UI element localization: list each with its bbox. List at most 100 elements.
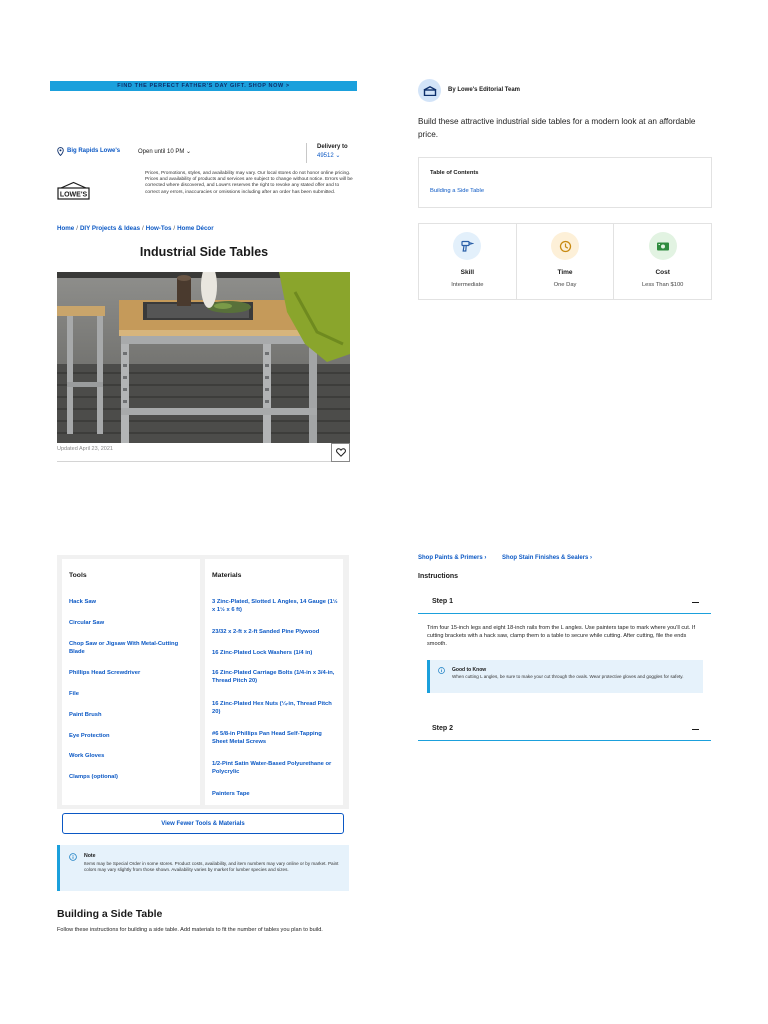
stat-skill-icon-bg [453, 232, 482, 260]
material-item[interactable]: 16 Zinc-Plated Lock Washers (1/4 in) [212, 649, 338, 657]
promo-banner[interactable]: FIND THE PERFECT FATHER'S DAY GIFT. SHOP… [50, 81, 357, 91]
tool-item[interactable]: Hack Saw [69, 598, 195, 606]
chevron-down-icon: ⌄ [333, 153, 341, 159]
breadcrumb: Home / DIY Projects & Ideas / How-Tos / Home D… [57, 225, 214, 232]
tool-item[interactable]: Work Gloves [69, 752, 195, 760]
info-icon [69, 853, 77, 861]
side-tables-photo [57, 272, 350, 443]
tools-column: Tools Hack Saw Circular Saw Chop Saw or … [62, 559, 200, 805]
good-to-know-callout: Good to Know When cutting L angles, be s… [427, 660, 703, 693]
stat-cost-value: Less Than $100 [641, 282, 684, 288]
tool-item[interactable]: Eye Protection [69, 732, 195, 740]
shop-stain-link[interactable]: Shop Stain Finishes & Sealers › [502, 555, 592, 561]
drill-icon [461, 240, 475, 252]
store-divider [306, 143, 307, 163]
step-2-title: Step 2 [432, 725, 454, 732]
stat-cost: Cost Less Than $100 [614, 224, 711, 299]
toc-title: Table of Contents [430, 170, 479, 176]
shop-paints-link[interactable]: Shop Paints & Primers › [418, 555, 486, 561]
project-stats: Skill Intermediate Time One Day Cost Les… [418, 223, 712, 300]
step-2-divider [418, 740, 711, 742]
table-of-contents: Table of Contents Building a Side Table [418, 157, 712, 208]
chevron-down-icon: ⌄ [184, 149, 192, 155]
material-item[interactable]: Painters Tape [212, 790, 338, 798]
delivery-zip-text: 49512 [317, 153, 334, 159]
stat-time-icon-bg [551, 232, 579, 260]
updated-date: Updated April 23, 2021 [57, 446, 113, 452]
section-text: Follow these instructions for building a… [57, 927, 323, 933]
info-icon [438, 667, 445, 674]
collapse-minus-icon [692, 602, 699, 604]
step-1-title: Step 1 [432, 598, 454, 605]
stat-cost-label: Cost [655, 269, 670, 276]
favorite-button[interactable] [331, 443, 350, 462]
note-title: Note [84, 853, 96, 859]
material-item[interactable]: #6 5/8-in Phillips Pan Head Self-Tapping… [212, 730, 338, 746]
shop-links: Shop Paints & Primers › Shop Stain Finis… [418, 555, 606, 561]
stat-skill-label: Skill [460, 269, 475, 276]
materials-column: Materials 3 Zinc-Plated, Slotted L Angle… [205, 559, 343, 805]
step-2-header[interactable]: Step 2 [418, 719, 711, 741]
article-intro: Build these attractive industrial side t… [418, 117, 696, 139]
toc-link-building-a-side-table[interactable]: Building a Side Table [430, 188, 484, 194]
promo-text: FIND THE PERFECT FATHER'S DAY GIFT. SHOP… [117, 83, 290, 89]
tool-item[interactable]: Chop Saw or Jigsaw With Metal-Cutting Bl… [69, 640, 195, 656]
breadcrumb-home[interactable]: Home [57, 225, 74, 232]
hero-divider [57, 461, 331, 462]
tools-heading: Tools [69, 572, 87, 579]
tool-item[interactable]: Paint Brush [69, 711, 195, 719]
tool-item[interactable]: Circular Saw [69, 619, 195, 627]
view-fewer-tools-button[interactable]: View Fewer Tools & Materials [62, 813, 344, 834]
collapse-minus-icon [692, 729, 699, 731]
stat-time-value: One Day [553, 282, 577, 288]
author-name: By Lowe's Editorial Team [448, 87, 520, 93]
materials-heading: Materials [212, 572, 242, 579]
author-avatar [418, 79, 441, 102]
step-1-header[interactable]: Step 1 [418, 592, 711, 614]
stat-skill-value: Intermediate [451, 282, 484, 288]
breadcrumb-home-decor[interactable]: Home Décor [177, 225, 213, 232]
shop-paints-text: Shop Paints & Primers [418, 555, 483, 561]
store-bar: Big Rapids Lowe's Open until 10 PM ⌄ Del… [57, 143, 353, 165]
material-item[interactable]: 1/2-Pint Satin Water-Based Polyurethane … [212, 760, 338, 776]
stat-cost-icon-bg [648, 232, 677, 260]
delivery-label: Delivery to [317, 144, 348, 150]
material-item[interactable]: 23/32 x 2-ft x 2-ft Sanded Pine Plywood [212, 628, 338, 636]
tool-item[interactable]: Phillips Head Screwdriver [69, 669, 195, 677]
chevron-right-icon: › [482, 555, 487, 561]
clock-icon [559, 240, 571, 252]
chevron-right-icon: › [588, 555, 593, 561]
tool-item[interactable]: File [69, 690, 195, 698]
stat-time: Time One Day [517, 224, 615, 299]
stat-skill: Skill Intermediate [419, 224, 517, 299]
stat-time-label: Time [557, 269, 573, 276]
good-to-know-text: When cutting L angles, be sure to make y… [452, 674, 684, 679]
tool-item[interactable]: Clamps (optional) [69, 773, 195, 781]
store-hours-text: Open until 10 PM [138, 149, 185, 155]
material-item[interactable]: 16 Zinc-Plated Carriage Bolts (1/4-in x … [212, 669, 338, 685]
lowes-house-icon [423, 85, 436, 96]
lowes-logo[interactable]: LOWE'S [57, 181, 90, 200]
material-item[interactable]: 3 Zinc-Plated, Slotted L Angles, 14 Gaug… [212, 598, 338, 614]
money-icon [656, 242, 669, 250]
pricing-disclaimer: Prices, Promotions, styles, and availabi… [145, 171, 353, 195]
page-title: Industrial Side Tables [139, 245, 269, 259]
good-to-know-title: Good to Know [452, 667, 487, 673]
breadcrumb-how-tos[interactable]: How-Tos [146, 225, 172, 232]
breadcrumb-diy-projects[interactable]: DIY Projects & Ideas [80, 225, 140, 232]
store-hours-dropdown[interactable]: Open until 10 PM ⌄ [138, 148, 191, 155]
delivery-zip-dropdown[interactable]: 49512 ⌄ [317, 152, 340, 159]
heart-icon [335, 448, 346, 457]
step-1-divider [418, 613, 711, 615]
store-name-link[interactable]: Big Rapids Lowe's [67, 148, 120, 154]
section-title: Building a Side Table [57, 908, 163, 920]
note-callout: Note Items may be Special Order in some … [57, 845, 349, 891]
tools-materials-panel: Tools Hack Saw Circular Saw Chop Saw or … [57, 555, 349, 809]
note-text: Items may be Special Order in some store… [84, 861, 339, 872]
hero-image [57, 272, 350, 443]
instructions-label: Instructions [418, 573, 459, 580]
material-item[interactable]: 16 Zinc-Plated Hex Nuts (¼-in, Thread Pi… [212, 700, 338, 716]
shop-stain-text: Shop Stain Finishes & Sealers [502, 555, 589, 561]
location-pin-icon [57, 147, 64, 156]
logo-text: LOWE'S [60, 192, 88, 199]
